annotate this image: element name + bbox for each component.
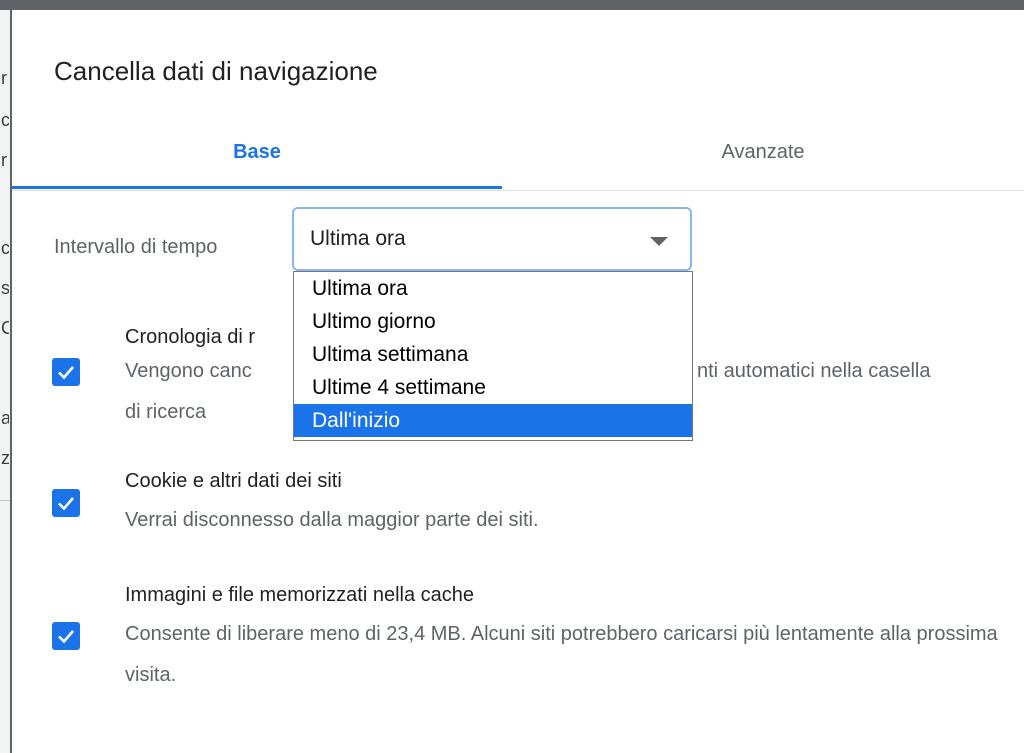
cookies-description: Verrai disconnesso dalla maggior parte d… xyxy=(125,509,539,531)
background-text-fragment: C xyxy=(1,318,9,338)
cache-description: Consente di liberare meno di 23,4 MB. Al… xyxy=(125,623,998,686)
option-last-day[interactable]: Ultimo giorno xyxy=(294,305,692,338)
option-all-time[interactable]: Dall'inizio xyxy=(294,404,692,437)
option-last-4-weeks[interactable]: Ultime 4 settimane xyxy=(294,371,692,404)
history-description-start: Vengono canc xyxy=(125,360,252,382)
background-text-fragment: s xyxy=(1,278,9,298)
background-page-strip: r c r c s C a z xyxy=(0,10,12,753)
option-last-week[interactable]: Ultima settimana xyxy=(294,338,692,371)
time-range-select[interactable]: Ultima ora xyxy=(292,207,692,271)
background-text-fragment: r xyxy=(1,68,7,88)
cookies-option: Cookie e altri dati dei siti Verrai disc… xyxy=(12,466,1024,556)
background-divider xyxy=(0,500,10,501)
history-description-line2: di ricerca xyxy=(125,401,207,423)
tab-base[interactable]: Base xyxy=(12,122,502,188)
time-range-options-list: Ultima ora Ultimo giorno Ultima settiman… xyxy=(293,271,693,441)
active-tab-indicator xyxy=(12,186,502,189)
time-range-selected-value: Ultima ora xyxy=(310,227,406,250)
cache-option: Immagini e file memorizzati nella cache … xyxy=(12,580,1024,710)
cookies-title: Cookie e altri dati dei siti xyxy=(125,470,342,492)
option-last-hour[interactable]: Ultima ora xyxy=(294,272,692,305)
cache-checkbox[interactable] xyxy=(52,622,80,650)
time-range-label: Intervallo di tempo xyxy=(54,236,218,258)
tab-bar: Base Avanzate xyxy=(12,122,1024,191)
history-title: Cronologia di r xyxy=(125,326,256,348)
checkmark-icon xyxy=(58,630,74,644)
background-text-fragment: c xyxy=(1,110,9,130)
tab-advanced[interactable]: Avanzate xyxy=(502,122,1024,188)
dropdown-arrow-icon xyxy=(650,237,668,246)
clear-browsing-data-dialog: Cancella dati di navigazione Base Avanza… xyxy=(12,10,1024,753)
history-description-end: nti automatici nella casella xyxy=(697,360,931,382)
history-checkbox[interactable] xyxy=(52,358,80,386)
background-text-fragment: c xyxy=(1,238,9,258)
background-text-fragment: z xyxy=(1,448,9,468)
background-text-fragment: a xyxy=(1,408,9,428)
cookies-checkbox[interactable] xyxy=(52,489,80,517)
checkmark-icon xyxy=(58,497,74,511)
checkmark-icon xyxy=(58,366,74,380)
background-text-fragment: r xyxy=(1,150,7,170)
dialog-title: Cancella dati di navigazione xyxy=(54,56,378,86)
cache-title: Immagini e file memorizzati nella cache xyxy=(125,584,475,606)
window-top-border xyxy=(0,0,1024,10)
